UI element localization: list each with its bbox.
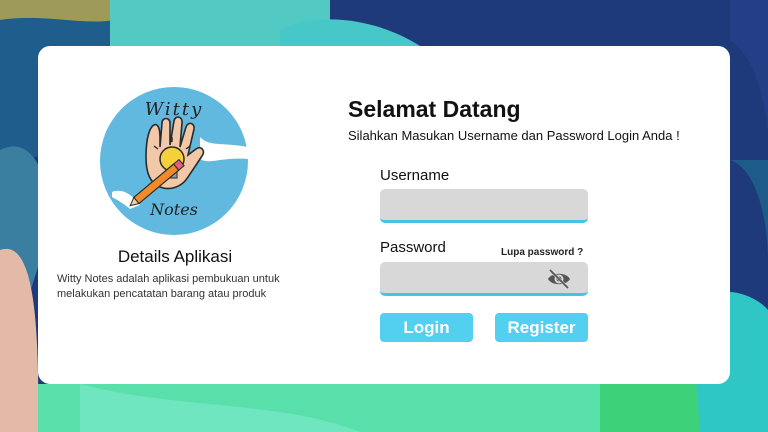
forgot-password-link[interactable]: Lupa password ? xyxy=(501,247,583,258)
welcome-title: Selamat Datang xyxy=(348,96,521,122)
login-button[interactable]: Login xyxy=(380,313,473,342)
logo-text-top: Witty xyxy=(145,99,204,120)
password-label: Password xyxy=(380,239,446,256)
username-input[interactable] xyxy=(380,189,588,223)
register-button[interactable]: Register xyxy=(495,313,588,342)
logo-text-bottom: Notes xyxy=(149,200,198,219)
login-subtitle: Silahkan Masukan Username dan Password L… xyxy=(348,128,680,143)
details-title: Details Aplikasi xyxy=(117,247,233,266)
details-description: Witty Notes adalah aplikasi pembukuan un… xyxy=(57,273,280,300)
eye-off-icon[interactable] xyxy=(546,268,572,290)
witty-notes-logo: Witty Notes xyxy=(100,87,248,235)
login-card: Witty Notes Details Aplikasi Witty Notes… xyxy=(38,46,730,384)
username-label: Username xyxy=(380,167,450,184)
